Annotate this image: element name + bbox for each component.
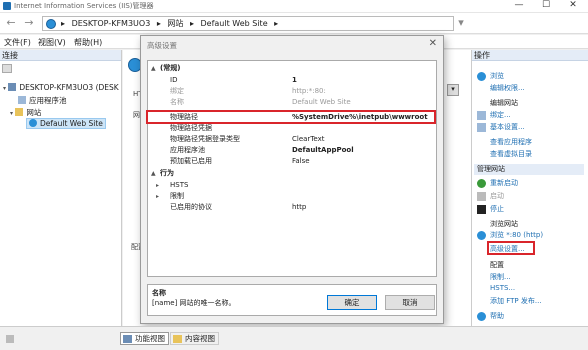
crumb-sites[interactable]: 网站: [167, 19, 183, 28]
expand-icon[interactable]: ▾: [10, 110, 13, 117]
expand-icon[interactable]: ▾: [3, 85, 6, 92]
dialog-close-icon[interactable]: ✕: [429, 38, 437, 49]
status-icon: [6, 335, 14, 343]
menu-view[interactable]: 视图(V): [38, 37, 66, 48]
prop-bindings[interactable]: 绑定 http:*:80:: [148, 86, 436, 97]
actions-header: 操作: [472, 50, 588, 61]
prop-id[interactable]: ID 1: [148, 75, 436, 86]
help-icon: [477, 312, 486, 321]
connect-toolbar-icon[interactable]: [2, 64, 12, 73]
iis-app-icon: [3, 2, 11, 10]
server-icon: [8, 83, 17, 91]
expand-icon[interactable]: ▸: [156, 191, 159, 202]
collapse-icon[interactable]: ▲: [151, 63, 156, 74]
actions-pane: 操作 浏览 编辑权限... 编辑网站 绑定... 基本设置... 查看应用程序 …: [471, 50, 588, 350]
action-limits[interactable]: 限制...: [490, 272, 511, 282]
tree-server[interactable]: ▾ DESKTOP-KFM3UO3 (DESK: [3, 83, 119, 92]
breadcrumb[interactable]: ▸ DESKTOP-KFM3UO3 ▸ 网站 ▸ Default Web Sit…: [42, 16, 454, 31]
action-bindings[interactable]: 绑定...: [490, 110, 511, 120]
forward-button[interactable]: →: [22, 16, 36, 30]
action-basic-settings[interactable]: 基本设置...: [490, 122, 525, 132]
tree-sites[interactable]: ▾ 网站: [10, 107, 41, 118]
browse-port-icon: [477, 231, 486, 240]
expand-icon[interactable]: ▸: [156, 180, 159, 191]
connections-pane: 连接 ▾ DESKTOP-KFM3UO3 (DESK 应用程序池 ▾ 网站 De…: [0, 50, 122, 350]
prop-enabled-protocols[interactable]: 已启用的协议 http: [148, 202, 436, 213]
status-bar: 功能视图 内容视图: [0, 326, 588, 350]
prop-path-credentials[interactable]: 物理路径凭据: [148, 123, 436, 134]
scroll-down-icon[interactable]: ▾: [447, 84, 459, 96]
prop-hsts[interactable]: ▸ HSTS: [148, 180, 436, 191]
restart-icon: [477, 179, 486, 188]
back-button[interactable]: ←: [4, 16, 18, 30]
menu-file[interactable]: 文件(F): [4, 37, 31, 48]
folder-icon: [15, 108, 24, 116]
highlight-box: [146, 110, 436, 124]
minimize-button[interactable]: —: [506, 0, 532, 10]
prop-limits[interactable]: ▸ 限制: [148, 191, 436, 202]
advanced-settings-dialog: 高级设置 ✕ ▲ (常规) ID 1 绑定 http:*:80: 名称 Defa…: [140, 35, 444, 324]
crumb-sep-icon: ▸: [156, 19, 161, 28]
title-bar: Internet Information Services (IIS)管理器 —…: [0, 0, 588, 13]
action-ftp-publish[interactable]: 添加 FTP 发布...: [490, 296, 542, 306]
action-browse-80[interactable]: 浏览 *:80 (http): [490, 230, 543, 240]
bindings-icon: [477, 111, 486, 120]
category-behavior[interactable]: ▲ 行为: [148, 168, 436, 179]
browse-site-heading: 浏览网站: [490, 220, 518, 228]
stop-icon: [477, 205, 486, 214]
prop-name[interactable]: 名称 Default Web Site: [148, 97, 436, 108]
address-bar: ← → ▸ DESKTOP-KFM3UO3 ▸ 网站 ▸ Default Web…: [0, 13, 588, 34]
globe-icon: [46, 19, 56, 29]
features-view-tab[interactable]: 功能视图: [120, 332, 169, 345]
category-general[interactable]: ▲ (常规): [148, 63, 436, 74]
crumb-sep-icon: ▸: [189, 19, 194, 28]
action-start: 启动: [490, 192, 504, 200]
action-hsts[interactable]: HSTS...: [490, 284, 515, 292]
crumb-sep-icon: ▸: [61, 19, 66, 28]
tree-default-web-site[interactable]: Default Web Site: [26, 118, 106, 129]
prop-app-pool[interactable]: 应用程序池 DefaultAppPool: [148, 145, 436, 156]
app-pool-icon: [18, 96, 26, 104]
prop-preload[interactable]: 预加载已启用 False: [148, 156, 436, 167]
ok-button[interactable]: 确定: [327, 295, 377, 310]
cancel-button[interactable]: 取消: [385, 295, 435, 310]
property-grid[interactable]: ▲ (常规) ID 1 绑定 http:*:80: 名称 Default Web…: [146, 60, 437, 277]
maximize-button[interactable]: ☐: [533, 0, 559, 10]
label-yu: 网: [133, 111, 140, 119]
action-view-vdirs[interactable]: 查看虚拟目录: [490, 149, 532, 159]
highlight-box: [487, 241, 535, 255]
crumb-sep-icon: ▸: [274, 19, 279, 28]
address-dropdown-icon[interactable]: ▾: [456, 16, 466, 30]
menu-help[interactable]: 帮助(H): [74, 37, 102, 48]
prop-logon-type[interactable]: 物理路径凭据登录类型 ClearText: [148, 134, 436, 145]
action-help[interactable]: 帮助: [490, 311, 504, 321]
start-icon: [477, 192, 486, 201]
action-edit-permissions[interactable]: 编辑权限...: [490, 83, 525, 93]
action-stop[interactable]: 停止: [490, 204, 504, 214]
config-heading: 配置: [490, 261, 504, 269]
window-title: Internet Information Services (IIS)管理器: [14, 2, 154, 10]
action-browse[interactable]: 浏览: [490, 71, 504, 81]
connections-header: 连接: [0, 50, 121, 61]
tree-app-pools[interactable]: 应用程序池: [18, 95, 67, 106]
action-view-apps[interactable]: 查看应用程序: [490, 137, 532, 147]
basic-settings-icon: [477, 123, 486, 132]
content-view-tab[interactable]: 内容视图: [170, 332, 219, 345]
content-view-icon: [173, 335, 182, 343]
manage-site-section[interactable]: 管理网站: [474, 164, 584, 175]
edit-site-heading: 编辑网站: [490, 99, 518, 107]
dialog-title: 高级设置: [147, 41, 177, 50]
features-view-icon: [123, 335, 132, 343]
globe-icon: [29, 119, 37, 127]
crumb-site[interactable]: Default Web Site: [201, 19, 268, 28]
collapse-icon[interactable]: ▲: [151, 168, 156, 179]
action-restart[interactable]: 重新启动: [490, 178, 518, 188]
crumb-server[interactable]: DESKTOP-KFM3UO3: [72, 19, 151, 28]
close-button[interactable]: ✕: [560, 0, 586, 10]
browse-icon: [477, 72, 486, 81]
